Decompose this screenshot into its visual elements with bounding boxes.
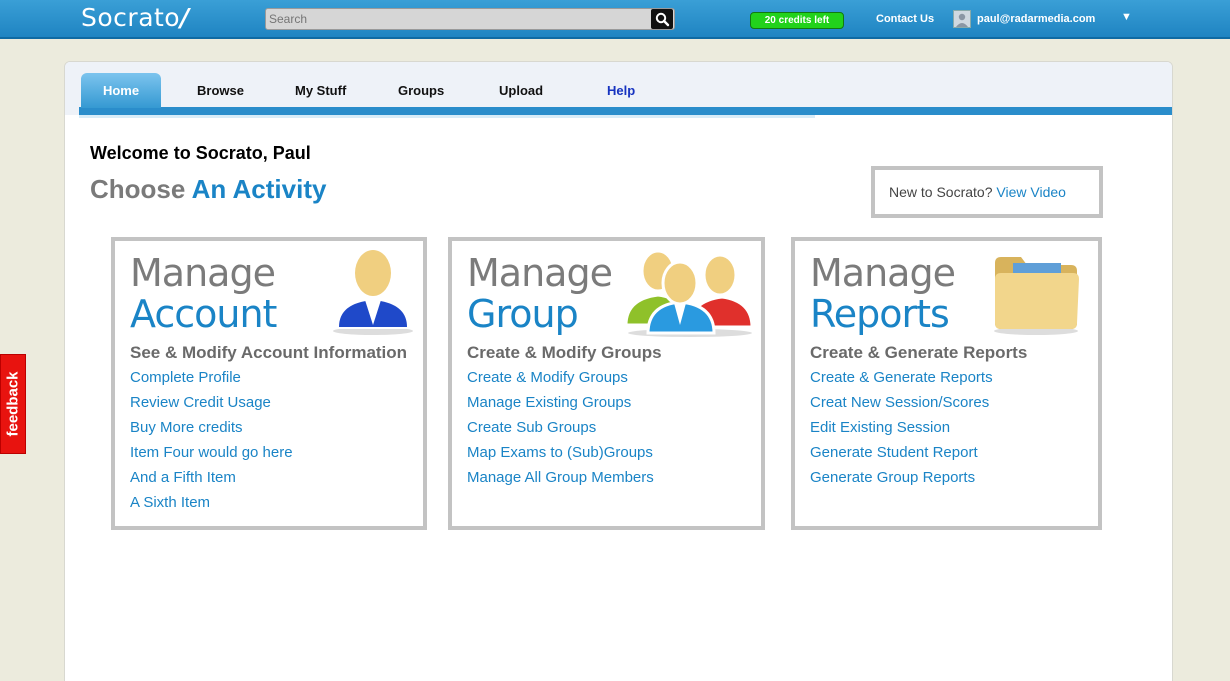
avatar: [953, 10, 971, 28]
list-item[interactable]: Creat New Session/Scores: [810, 394, 993, 419]
welcome-heading: Welcome to Socrato, Paul: [90, 143, 311, 163]
contact-us-link[interactable]: Contact Us: [876, 13, 934, 25]
list-item[interactable]: Review Credit Usage: [130, 394, 293, 419]
video-promo-text: New to Socrato?: [889, 184, 993, 200]
manage-reports-card: Manage Reports Create & Generate Reports…: [791, 237, 1102, 530]
tab-underline-light: [79, 115, 815, 118]
tab-groups[interactable]: Groups: [398, 83, 444, 98]
user-icon: [333, 247, 413, 335]
credits-badge[interactable]: 20 credits left: [750, 12, 844, 29]
feedback-label: feedback: [4, 371, 22, 437]
card-title-reports: Reports: [810, 292, 950, 336]
card-title-manage: Manage: [810, 251, 956, 295]
folder-icon: [994, 257, 1079, 335]
user-icon: [956, 13, 968, 27]
list-item[interactable]: Generate Student Report: [810, 444, 993, 469]
list-item[interactable]: Complete Profile: [130, 369, 293, 394]
tab-my-stuff[interactable]: My Stuff: [295, 83, 346, 98]
list-item[interactable]: Manage Existing Groups: [467, 394, 654, 419]
list-item[interactable]: Create & Generate Reports: [810, 369, 993, 394]
tab-browse[interactable]: Browse: [197, 83, 244, 98]
video-promo: New to Socrato? View Video: [871, 166, 1103, 218]
group-icon: [624, 249, 754, 337]
search-icon: [655, 12, 670, 27]
card-title-manage: Manage: [467, 251, 613, 295]
list-item[interactable]: Buy More credits: [130, 419, 293, 444]
tab-help[interactable]: Help: [607, 83, 635, 98]
card-title-account: Account: [130, 292, 277, 336]
list-item[interactable]: And a Fifth Item: [130, 469, 293, 494]
card-subtitle: See & Modify Account Information: [130, 343, 408, 362]
view-video-link[interactable]: View Video: [996, 184, 1066, 200]
reports-links: Create & Generate Reports Creat New Sess…: [810, 369, 993, 494]
list-item[interactable]: A Sixth Item: [130, 494, 293, 519]
list-item[interactable]: Manage All Group Members: [467, 469, 654, 494]
account-links: Complete Profile Review Credit Usage Buy…: [130, 369, 293, 519]
list-item[interactable]: Create Sub Groups: [467, 419, 654, 444]
tab-strip: Home Browse My Stuff Groups Upload Help: [65, 62, 1172, 118]
list-item[interactable]: Map Exams to (Sub)Groups: [467, 444, 654, 469]
list-item[interactable]: Edit Existing Session: [810, 419, 993, 444]
search-button[interactable]: [651, 9, 673, 29]
top-bar: Socrato/ 20 credits left Contact Us paul…: [0, 0, 1230, 39]
chevron-down-icon[interactable]: ▼: [1121, 11, 1132, 23]
main-panel: Home Browse My Stuff Groups Upload Help …: [64, 61, 1173, 681]
logo[interactable]: Socrato/: [81, 3, 190, 32]
manage-group-card: Manage Group Create & Modify Groups Crea…: [448, 237, 765, 530]
account-email[interactable]: paul@radarmedia.com: [977, 13, 1095, 25]
list-item[interactable]: Create & Modify Groups: [467, 369, 654, 394]
manage-account-card: Manage Account See & Modify Account Info…: [111, 237, 427, 530]
page-title: Choose An Activity: [90, 174, 327, 204]
card-title-group: Group: [467, 292, 579, 336]
list-item[interactable]: Item Four would go here: [130, 444, 293, 469]
tab-upload[interactable]: Upload: [499, 83, 543, 98]
list-item[interactable]: Generate Group Reports: [810, 469, 993, 494]
feedback-tab[interactable]: feedback: [0, 354, 26, 454]
card-title-manage: Manage: [130, 251, 276, 295]
card-subtitle: Create & Modify Groups: [467, 343, 662, 362]
search-input[interactable]: [268, 10, 650, 28]
tab-home[interactable]: Home: [81, 73, 161, 108]
group-links: Create & Modify Groups Manage Existing G…: [467, 369, 654, 494]
card-subtitle: Create & Generate Reports: [810, 343, 1028, 362]
search-box: [265, 8, 675, 30]
tab-underline: [79, 107, 1172, 115]
